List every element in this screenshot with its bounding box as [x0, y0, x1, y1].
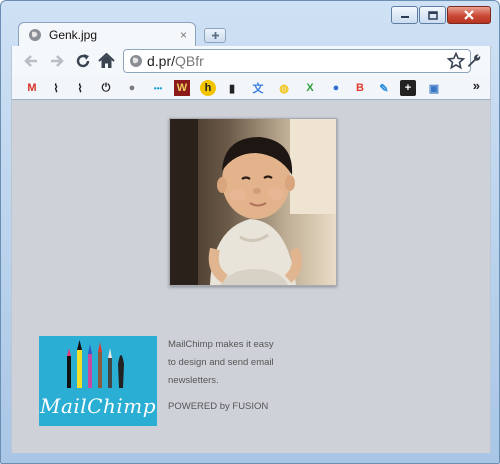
site-globe-icon [130, 55, 142, 67]
bookmark-gmail-icon[interactable]: M [24, 80, 40, 96]
browser-window: Genk.jpg × d.pr/QBfr » M ⌇ ⌇ ⏻ ● ••• W h… [0, 0, 500, 464]
bookmark-w-icon[interactable]: W [174, 80, 190, 96]
bookmark-power-icon[interactable]: ⏻ [98, 80, 114, 96]
mailchimp-line-1: MailChimp makes it easy [168, 339, 274, 350]
wrench-icon[interactable] [466, 53, 482, 69]
bookmark-activity-1-icon[interactable]: ⌇ [48, 80, 64, 96]
powered-by-fusion-link[interactable]: POWERED by FUSION [168, 398, 274, 416]
bookmark-b-icon[interactable]: B [352, 80, 368, 96]
toolbar: d.pr/QBfr [11, 46, 491, 76]
home-icon[interactable] [98, 53, 115, 69]
bookmarks-bar: » M ⌇ ⌇ ⏻ ● ••• Wh ▮ 文 ◍ X ● B ✎ + ▣ [11, 76, 491, 100]
reload-icon[interactable] [75, 53, 91, 69]
bookmark-translate-icon[interactable]: 文 [250, 80, 266, 96]
bookmark-plus-icon[interactable]: + [400, 80, 416, 96]
forward-icon[interactable] [49, 53, 65, 69]
mailchimp-logo: MailChimp [39, 336, 157, 426]
bookmark-globe-icon[interactable]: ● [124, 80, 140, 96]
url-text: d.pr/QBfr [147, 53, 204, 69]
mailchimp-description: MailChimp makes it easy to design and se… [168, 336, 274, 416]
tab-strip: Genk.jpg × [18, 22, 398, 47]
minimize-icon [400, 16, 409, 18]
tab-title: Genk.jpg [49, 28, 98, 42]
page-content: MailChimp MailChimp makes it easy to des… [11, 100, 491, 453]
bookmark-star-icon[interactable] [447, 52, 465, 70]
bookmark-bulb-icon[interactable]: ◍ [276, 80, 292, 96]
bookmark-globe-blue-icon[interactable]: ● [328, 80, 344, 96]
address-bar[interactable]: d.pr/QBfr [123, 49, 471, 73]
tab-close-button[interactable]: × [180, 28, 187, 42]
bookmark-h-icon[interactable]: h [200, 80, 216, 96]
new-tab-button[interactable] [204, 28, 226, 43]
maximize-icon [427, 10, 438, 20]
close-icon [464, 10, 474, 20]
bookmark-activity-2-icon[interactable]: ⌇ [72, 80, 88, 96]
close-window-button[interactable] [447, 6, 491, 24]
globe-icon [29, 29, 41, 41]
bookmarks-overflow-button[interactable]: » [473, 78, 480, 93]
back-icon[interactable] [23, 53, 39, 69]
url-host: d.pr/ [147, 53, 176, 69]
bookmark-books-icon[interactable]: ▮ [224, 80, 240, 96]
mailchimp-line-3: newsletters. [168, 375, 219, 386]
photo-image [170, 119, 336, 285]
url-path: QBfr [175, 53, 204, 69]
tab-genk[interactable]: Genk.jpg × [18, 22, 196, 47]
bookmark-image-icon[interactable]: ▣ [426, 80, 442, 96]
plus-icon [211, 32, 219, 39]
bookmark-pencil-icon[interactable]: ✎ [376, 80, 392, 96]
mailchimp-wordmark: MailChimp [39, 394, 157, 418]
maximize-button[interactable] [419, 6, 446, 24]
brushes-icon [67, 340, 124, 388]
bookmark-x-icon[interactable]: X [302, 80, 318, 96]
mailchimp-line-2: to design and send email [168, 357, 274, 368]
bookmark-dots-icon[interactable]: ••• [150, 80, 166, 96]
window-controls [391, 6, 491, 24]
baby-photo [169, 118, 337, 286]
